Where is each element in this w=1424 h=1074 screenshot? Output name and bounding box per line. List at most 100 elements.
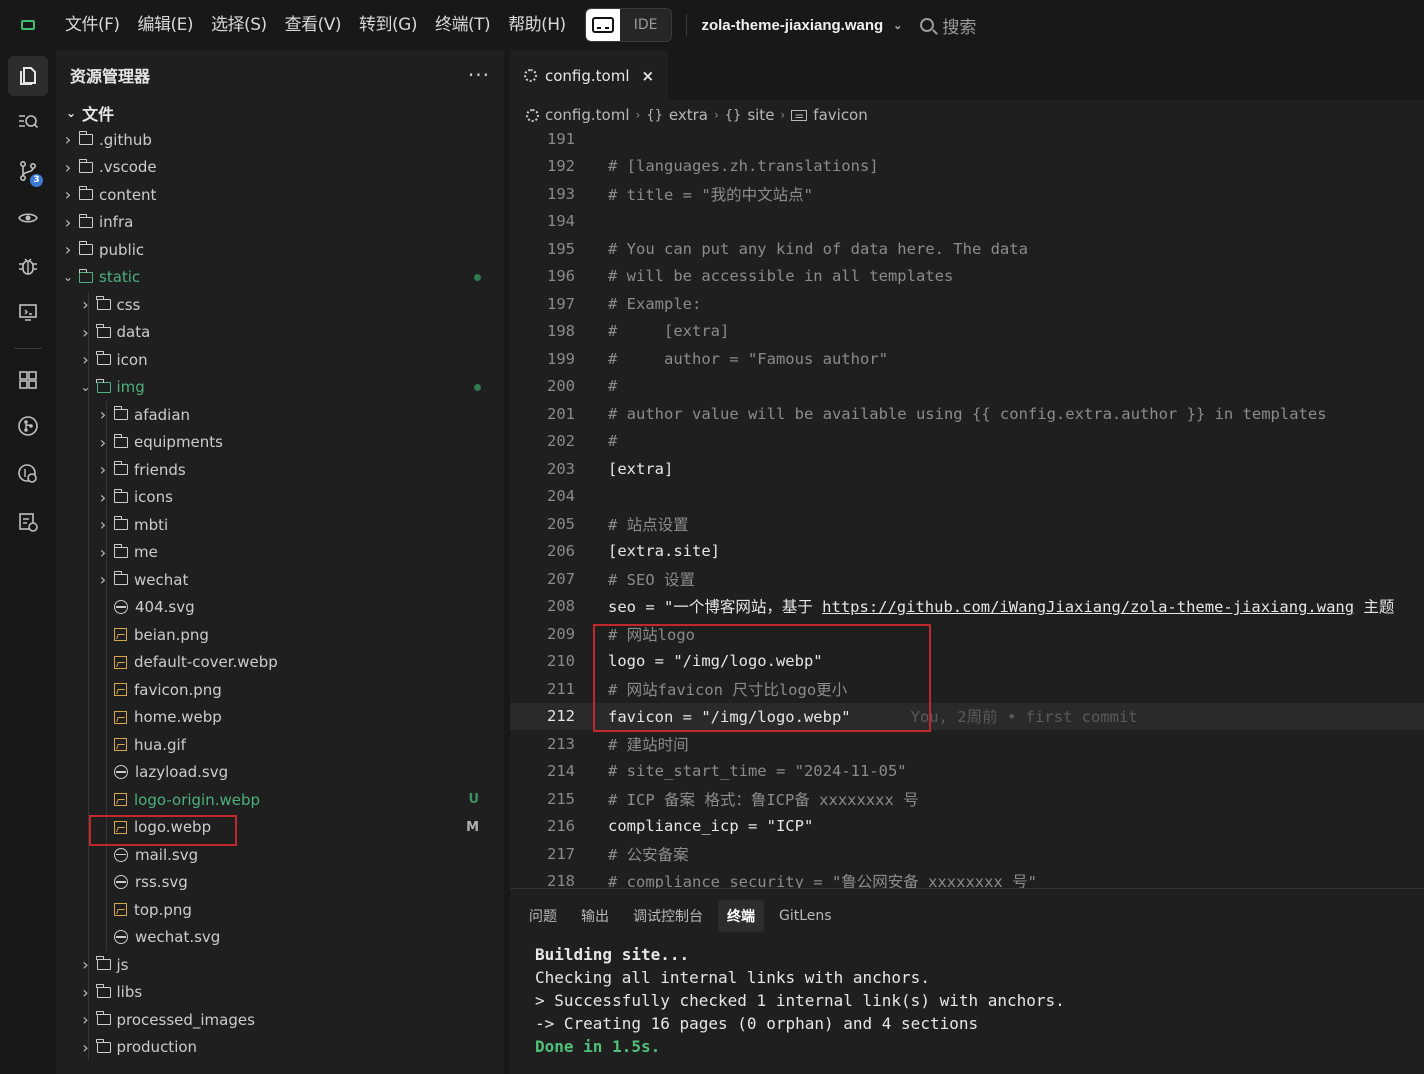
- files-section-header[interactable]: ⌄ 文件: [56, 100, 504, 126]
- code-line[interactable]: 214 # site_start_time = "2024-11-05": [510, 758, 1424, 786]
- chevron-right-icon[interactable]: ›: [79, 323, 93, 342]
- chevron-down-icon[interactable]: ⌄: [893, 19, 902, 32]
- code-line[interactable]: 195 # You can put any kind of data here. …: [510, 235, 1424, 263]
- code-line[interactable]: 204: [510, 483, 1424, 511]
- tree-item-label[interactable]: wechat: [134, 571, 188, 589]
- tree-folder[interactable]: › libs: [79, 979, 502, 1007]
- chevron-right-icon[interactable]: ›: [79, 295, 93, 314]
- chevron-right-icon[interactable]: ›: [96, 570, 110, 589]
- remote-window-icon[interactable]: [8, 292, 48, 332]
- source-control-icon[interactable]: 3: [8, 151, 48, 191]
- tree-folder[interactable]: › js: [79, 951, 502, 979]
- tree-item-label[interactable]: rss.svg: [135, 873, 188, 891]
- debug-icon[interactable]: [8, 246, 48, 286]
- gitlens-inspect-icon[interactable]: [8, 454, 48, 494]
- tree-folder[interactable]: › processed_images: [79, 1006, 502, 1034]
- tree-file[interactable]: home.webp: [96, 704, 501, 732]
- tree-item-label[interactable]: static: [99, 268, 140, 286]
- tree-item-label[interactable]: icon: [117, 351, 148, 369]
- menu-help[interactable]: 帮助(H): [499, 0, 575, 50]
- tree-folder[interactable]: › .github: [61, 126, 501, 154]
- code-line[interactable]: 199 # author = "Famous author": [510, 345, 1424, 373]
- tree-item-label[interactable]: afadian: [134, 406, 190, 424]
- chevron-right-icon[interactable]: ›: [96, 460, 110, 479]
- code-line[interactable]: 217 # 公安备案: [510, 840, 1424, 868]
- tree-item-label[interactable]: hua.gif: [134, 736, 186, 754]
- code-line[interactable]: 192 # [languages.zh.translations]: [510, 153, 1424, 181]
- code-line[interactable]: 213 # 建站时间: [510, 730, 1424, 758]
- command-search[interactable]: 搜索: [920, 13, 976, 38]
- tab-config-toml[interactable]: config.toml ×: [510, 50, 669, 100]
- chevron-right-icon[interactable]: ›: [79, 1038, 93, 1057]
- tab-output[interactable]: 输出: [572, 900, 618, 932]
- tree-item-label[interactable]: logo-origin.webp: [134, 791, 260, 809]
- search-placeholder[interactable]: 搜索: [942, 13, 976, 38]
- code-line[interactable]: 215 # ICP 备案 格式：鲁ICP备 xxxxxxxx 号: [510, 785, 1424, 813]
- chevron-down-icon[interactable]: ⌄: [61, 270, 75, 284]
- tab-label[interactable]: config.toml: [545, 67, 630, 85]
- tree-item-label[interactable]: default-cover.webp: [134, 653, 278, 671]
- gitlens-icon[interactable]: [8, 406, 48, 446]
- breadcrumb-favicon[interactable]: favicon: [813, 106, 867, 124]
- tree-item-label[interactable]: css: [117, 296, 141, 314]
- tree-item-label[interactable]: js: [117, 956, 129, 974]
- workspace-name[interactable]: zola-theme-jiaxiang.wang: [701, 17, 883, 34]
- menu-edit[interactable]: 编辑(E): [129, 0, 203, 50]
- code-line[interactable]: 207 # SEO 设置: [510, 565, 1424, 593]
- code-line[interactable]: 201 # author value will be available usin…: [510, 400, 1424, 428]
- code-line[interactable]: 206 [extra.site]: [510, 538, 1424, 566]
- workspace-switcher[interactable]: zola-theme-jiaxiang.wang ⌄: [701, 17, 902, 34]
- chevron-right-icon[interactable]: ›: [96, 488, 110, 507]
- tree-file[interactable]: hua.gif: [96, 731, 501, 759]
- tree-item-label[interactable]: friends: [134, 461, 186, 479]
- breadcrumb-extra[interactable]: extra: [669, 106, 708, 124]
- code-line[interactable]: 194: [510, 208, 1424, 236]
- tree-folder[interactable]: › friends: [96, 456, 501, 484]
- tree-folder[interactable]: › data: [79, 319, 502, 347]
- files-section-title[interactable]: 文件: [82, 101, 114, 125]
- code-line[interactable]: 193 # title = "我的中文站点": [510, 180, 1424, 208]
- tree-folder[interactable]: › public: [61, 236, 501, 264]
- tab-gitlens[interactable]: GitLens: [770, 902, 841, 930]
- chevron-right-icon[interactable]: ›: [61, 213, 75, 232]
- chevron-down-icon[interactable]: ⌄: [66, 106, 76, 120]
- tree-item-label[interactable]: img: [117, 378, 145, 396]
- tree-folder[interactable]: › infra: [61, 209, 501, 237]
- tree-item-label[interactable]: lazyload.svg: [135, 763, 228, 781]
- ide-label[interactable]: IDE: [619, 9, 672, 41]
- tree-item-label[interactable]: top.png: [134, 901, 192, 919]
- search-view-icon[interactable]: [8, 102, 48, 142]
- chevron-right-icon[interactable]: ›: [96, 515, 110, 534]
- tree-folder[interactable]: › .vscode: [61, 154, 501, 182]
- ide-icon[interactable]: [585, 9, 620, 41]
- code-line[interactable]: 191: [510, 125, 1424, 153]
- menu-selection[interactable]: 选择(S): [202, 0, 276, 50]
- tree-item-label[interactable]: mbti: [134, 516, 168, 534]
- more-actions-icon[interactable]: ···: [468, 63, 490, 87]
- tree-item-label[interactable]: favicon.png: [134, 681, 222, 699]
- chevron-right-icon[interactable]: ›: [61, 158, 75, 177]
- tree-folder[interactable]: › me: [96, 539, 501, 567]
- code-line[interactable]: 208 seo = "一个博客网站，基于 https://github.com/i…: [510, 593, 1424, 621]
- tree-item-label[interactable]: mail.svg: [135, 846, 198, 864]
- tree-file[interactable]: wechat.svg: [96, 924, 501, 952]
- tree-item-label[interactable]: .vscode: [99, 158, 157, 176]
- chevron-right-icon[interactable]: ›: [61, 240, 75, 259]
- chevron-right-icon[interactable]: ›: [79, 983, 93, 1002]
- tree-folder[interactable]: › afadian: [96, 401, 501, 429]
- tree-item-label[interactable]: wechat.svg: [135, 928, 220, 946]
- tree-item-label[interactable]: public: [99, 241, 144, 259]
- tree-item-label[interactable]: libs: [117, 983, 143, 1001]
- tree-file[interactable]: logo-origin.webp U: [96, 786, 501, 814]
- tree-folder[interactable]: › css: [79, 291, 502, 319]
- code-line[interactable]: 203 [extra]: [510, 455, 1424, 483]
- code-line[interactable]: 198 # [extra]: [510, 318, 1424, 346]
- tree-folder[interactable]: ⌄ static: [61, 264, 501, 292]
- breadcrumb-file[interactable]: config.toml: [545, 106, 630, 124]
- tree-file[interactable]: default-cover.webp: [96, 649, 501, 677]
- tree-folder[interactable]: › content: [61, 181, 501, 209]
- chevron-right-icon[interactable]: ›: [96, 543, 110, 562]
- tree-item-label[interactable]: .github: [99, 131, 152, 149]
- chevron-down-icon[interactable]: ⌄: [79, 380, 93, 394]
- chevron-right-icon[interactable]: ›: [79, 955, 93, 974]
